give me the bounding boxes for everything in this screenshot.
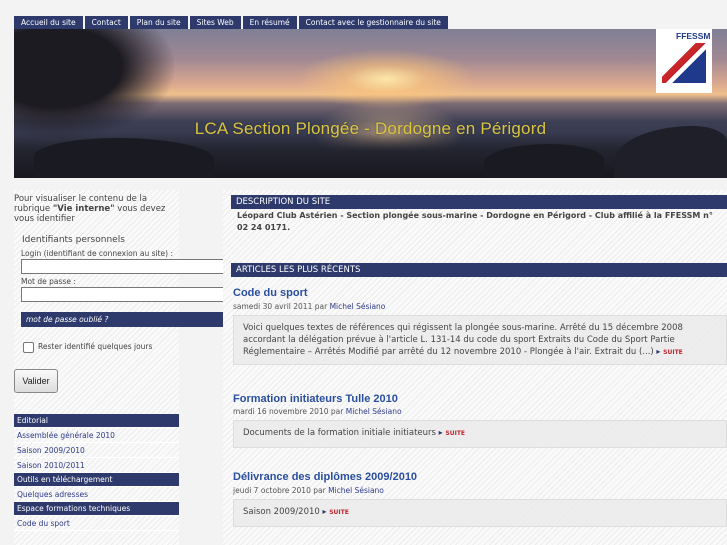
menu-item-ag-2010[interactable]: Assemblée générale 2010 [14,428,179,443]
remember-me-checkbox[interactable] [23,342,34,353]
article-by: par [313,486,326,495]
login-intro: Pour visualiser le contenu de la rubriqu… [14,194,174,224]
forgot-password-link[interactable]: mot de passe oublié ? [21,312,225,327]
rocks-silhouette [14,126,727,178]
excerpt-text: Voici quelques textes de références qui … [243,323,683,357]
read-more-link[interactable]: SUITE [445,430,465,437]
article-date: jeudi 7 octobre 2010 [233,486,311,495]
article-excerpt: Documents de la formation initiale initi… [233,420,727,448]
menu-item-season-2010[interactable]: Saison 2010/2011 [14,458,179,473]
article-author[interactable]: Michel Sésiano [328,486,384,495]
description-heading: DESCRIPTION DU SITE [231,195,727,209]
article-author[interactable]: Michel Sésiano [330,302,386,311]
nav-contact[interactable]: Contact [84,16,128,29]
recent-articles-heading: ARTICLES LES PLUS RÉCENTS [231,263,727,277]
article-by: par [314,302,328,311]
login-label: Login (identifiant de connexion au site)… [21,249,174,258]
read-more-link[interactable]: SUITE [663,349,683,356]
arrow-right-icon: ▸ [322,507,327,516]
menu-item-addresses[interactable]: Quelques adresses [14,487,179,502]
rock [34,138,214,178]
banner-image: LCA Section Plongée - Dordogne en Périgo… [14,29,727,178]
ffessm-logo[interactable]: FFESSM [656,29,712,93]
arrow-right-icon: ▸ [438,428,443,437]
article-date: samedi 30 avril 2011 [233,302,313,311]
menu-head-training[interactable]: Espace formations techniques [14,502,179,516]
article-excerpt: Saison 2009/2010 ▸ SUITE [233,499,727,527]
menu-item-season-2009[interactable]: Saison 2009/2010 [14,443,179,458]
remember-me-label: Rester identifié quelques jours [38,342,153,351]
ffessm-flag-icon [662,43,706,83]
article-title[interactable]: Code du sport [233,287,308,299]
password-label: Mot de passe : [21,277,76,286]
login-section-title: Identifiants personnels [22,235,125,245]
validate-button[interactable]: Valider [14,369,58,393]
article-meta: samedi 30 avril 2011 par Michel Sésiano [233,302,385,311]
nav-contact-admin[interactable]: Contact avec le gestionnaire du site [298,16,448,29]
nav-home[interactable]: Accueil du site [14,16,83,29]
top-nav: Accueil du site Contact Plan du site Sit… [14,16,448,29]
arrow-right-icon: ▸ [656,347,661,356]
article-by: par [330,407,344,416]
menu-head-editorial[interactable]: Editorial [14,414,179,428]
excerpt-text: Saison 2009/2010 [243,507,320,517]
article-date: mardi 16 novembre 2010 [233,407,329,416]
article-author[interactable]: Michel Sésiano [346,407,402,416]
rock [484,144,604,178]
article-meta: jeudi 7 octobre 2010 par Michel Sésiano [233,486,384,495]
logo-text: FFESSM [676,31,711,41]
sidebar-menu: Editorial Assemblée générale 2010 Saison… [14,414,179,531]
menu-item-code-sport[interactable]: Code du sport [14,516,179,531]
sidebar: Pour visualiser le contenu de la rubriqu… [14,190,225,545]
password-input[interactable] [21,287,225,302]
article-title[interactable]: Délivrance des diplômes 2009/2010 [233,471,417,483]
site-title[interactable]: LCA Section Plongée - Dordogne en Périgo… [14,119,727,139]
main-content: DESCRIPTION DU SITE Léopard Club Astérie… [223,190,727,545]
article-title[interactable]: Formation initiateurs Tulle 2010 [233,393,398,405]
site-description: Léopard Club Astérien - Section plongée … [237,211,713,232]
intro-bold: "Vie interne" [52,204,115,214]
login-input[interactable] [21,259,225,274]
menu-head-downloads[interactable]: Outils en téléchargement [14,473,179,487]
nav-summary[interactable]: En résumé [242,16,297,29]
nav-sitemap[interactable]: Plan du site [129,16,188,29]
read-more-link[interactable]: SUITE [329,509,349,516]
article-excerpt: Voici quelques textes de références qui … [233,315,727,365]
excerpt-text: Documents de la formation initiale initi… [243,428,436,438]
nav-websites[interactable]: Sites Web [189,16,241,29]
article-meta: mardi 16 novembre 2010 par Michel Sésian… [233,407,402,416]
